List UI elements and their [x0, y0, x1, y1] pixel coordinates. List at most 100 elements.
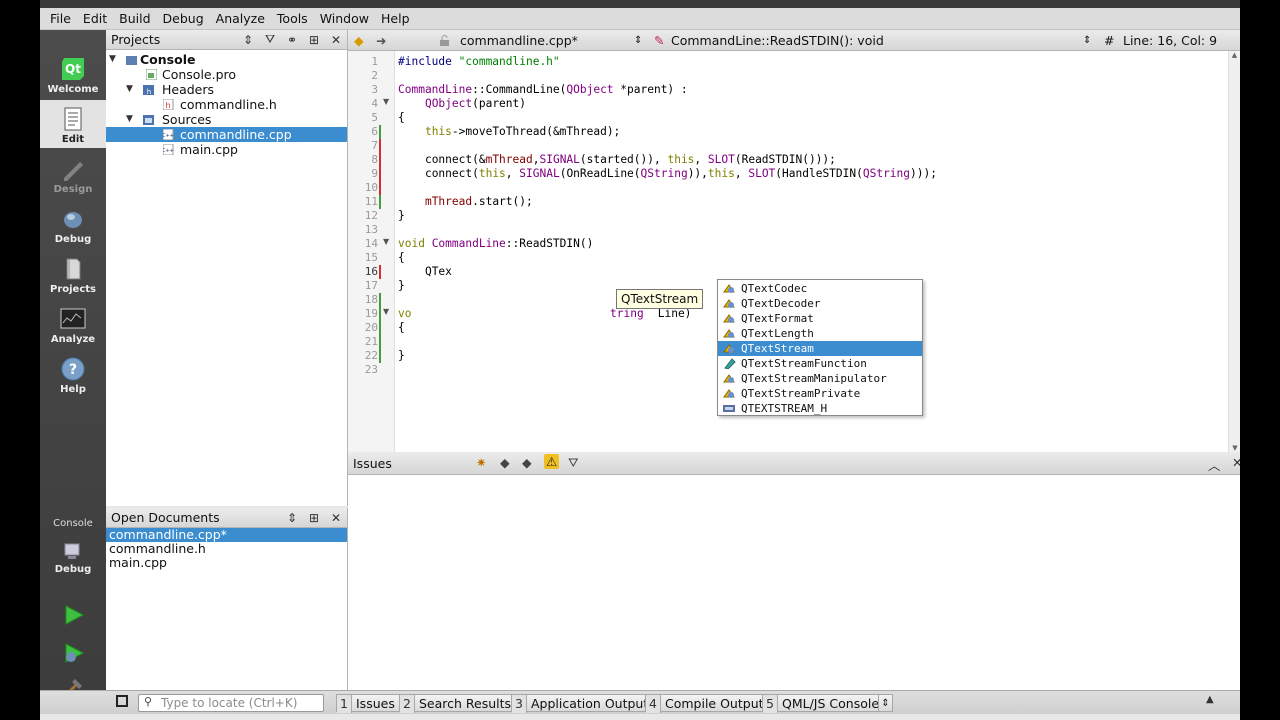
code-token: void [398, 237, 432, 250]
macro-icon [723, 405, 735, 412]
back-arrow-icon[interactable]: ◆ [354, 32, 364, 49]
expand-arrow-icon[interactable]: ▼ [126, 82, 133, 97]
more-tabs-icon[interactable]: ⇕ [878, 694, 893, 712]
completion-label: QTextStreamManipulator [741, 372, 887, 385]
line-number: 17 [364, 279, 378, 292]
tree-file-console-pro[interactable]: Console.pro [106, 67, 347, 82]
mode-welcome[interactable]: Qt Welcome [40, 50, 106, 98]
line-number: 22 [364, 349, 378, 362]
completion-item[interactable]: QTextStreamFunction [718, 356, 922, 371]
completion-item-selected[interactable]: QTextStream [718, 341, 922, 356]
filter-icon[interactable]: ⛛ [259, 32, 281, 47]
previous-item-icon[interactable]: ◆ [500, 455, 510, 470]
kit-selector[interactable]: Debug [40, 536, 106, 580]
scroll-up-icon[interactable]: ▲ [1229, 51, 1240, 59]
unsaved-change-marker [379, 265, 381, 279]
design-pencil-icon [64, 162, 83, 181]
code-line: } [398, 209, 405, 222]
updown-arrows-icon[interactable]: ⇕ [237, 33, 259, 47]
code-token: ::CommandLine( [472, 83, 567, 96]
tree-folder-sources[interactable]: ▼ Sources [106, 112, 347, 127]
filter-icon[interactable]: ⛛ [568, 455, 579, 471]
open-document-item[interactable]: commandline.h [106, 542, 347, 556]
close-panel-icon[interactable]: ✕ [1232, 455, 1240, 470]
open-document-item[interactable]: commandline.cpp* [106, 528, 347, 542]
fold-arrow-icon[interactable]: ▼ [383, 307, 389, 316]
mode-debug[interactable]: Debug [40, 200, 106, 248]
code-line: vo tring Line) [398, 307, 691, 321]
close-icon[interactable]: ✕ [325, 33, 347, 47]
tree-file-commandline-h[interactable]: h commandline.h [106, 97, 347, 112]
menu-edit[interactable]: Edit [77, 8, 113, 30]
completion-item[interactable]: QTextStreamPrivate [718, 386, 922, 401]
menu-build[interactable]: Build [113, 8, 156, 30]
menu-help[interactable]: Help [375, 8, 416, 30]
split-icon[interactable]: ⊞ [303, 511, 325, 525]
pro-file-icon [146, 69, 157, 80]
output-tab-compile-output[interactable]: 4 Compile Output [645, 694, 769, 713]
expand-arrow-icon[interactable]: ▼ [109, 52, 116, 67]
completion-item[interactable]: QTextCodec [718, 281, 922, 296]
scroll-down-icon[interactable]: ▼ [1229, 444, 1240, 452]
output-tab-issues[interactable]: 1 Issues [336, 694, 400, 713]
symbol-combo-arrows-icon[interactable]: ⇕ [1083, 32, 1091, 49]
sources-folder-icon [143, 115, 154, 125]
tree-file-commandline-cpp[interactable]: C++ commandline.cpp [106, 127, 347, 142]
run-icon[interactable] [63, 604, 85, 626]
locator-input[interactable]: Type to locate (Ctrl+K) [138, 694, 324, 712]
mode-projects[interactable]: Projects [40, 250, 106, 298]
mode-edit[interactable]: Edit [40, 100, 106, 148]
saved-change-marker [379, 293, 381, 363]
debug-run-icon[interactable] [63, 642, 85, 664]
current-file-combo[interactable]: commandline.cpp* [460, 32, 578, 49]
link-icon[interactable]: ⚭ [281, 33, 303, 47]
toggle-sidebar-icon[interactable] [116, 695, 128, 707]
mode-help[interactable]: ? Help [40, 350, 106, 398]
next-item-icon[interactable]: ◆ [522, 455, 532, 470]
output-tab-qml-console[interactable]: 5 QML/JS Console [762, 694, 885, 713]
analyze-monitor-icon [60, 308, 86, 329]
completion-item[interactable]: QTextDecoder [718, 296, 922, 311]
close-icon[interactable]: ✕ [325, 511, 347, 525]
tree-file-main-cpp[interactable]: C++ main.cpp [106, 142, 347, 157]
symbol-combo[interactable]: CommandLine::ReadSTDIN(): void [671, 32, 884, 49]
progress-toggle-icon[interactable]: ▲ [1206, 694, 1214, 705]
expand-arrow-icon[interactable]: ▼ [126, 112, 133, 127]
line-number: 3 [371, 83, 378, 96]
completion-item[interactable]: QTextLength [718, 326, 922, 341]
mode-analyze[interactable]: Analyze [40, 300, 106, 348]
completion-item[interactable]: QTextStreamManipulator [718, 371, 922, 386]
code-editor[interactable]: 1 2 3 4 5 6 7 8 9 10 11 12 13 14 15 16 1… [348, 51, 1240, 452]
menu-window[interactable]: Window [314, 8, 375, 30]
mode-design[interactable]: Design [40, 150, 106, 198]
class-icon [723, 284, 735, 293]
fold-arrow-icon[interactable]: ▼ [383, 237, 389, 246]
maximize-panel-icon[interactable]: ︿ [1208, 455, 1221, 474]
tree-folder-headers[interactable]: ▼ h Headers [106, 82, 347, 97]
tab-label: Compile Output [665, 696, 764, 711]
lock-icon[interactable] [439, 35, 450, 46]
editor-scrollbar[interactable]: ▲ ▼ [1228, 51, 1240, 452]
clear-issues-icon[interactable]: ✷ [476, 455, 486, 470]
file-combo-arrows-icon[interactable]: ⇕ [634, 32, 642, 49]
split-icon[interactable]: ⊞ [303, 33, 325, 47]
menu-analyze[interactable]: Analyze [210, 8, 271, 30]
forward-arrow-icon[interactable]: ➜ [376, 32, 386, 49]
code-completion-popup[interactable]: QTextCodec QTextDecoder QTextFormat QTex… [717, 279, 923, 416]
tree-label: Headers [162, 82, 215, 97]
menu-debug[interactable]: Debug [157, 8, 210, 30]
code-token: connect(& [424, 153, 486, 166]
output-tab-application-output[interactable]: 3 Application Output [511, 694, 654, 713]
menu-tools[interactable]: Tools [271, 8, 314, 30]
completion-item[interactable]: QTEXTSTREAM_H [718, 401, 922, 416]
warning-filter-icon[interactable]: ⚠ [544, 454, 560, 469]
cursor-position[interactable]: Line: 16, Col: 9 [1123, 32, 1217, 49]
code-line: { [398, 321, 405, 334]
updown-arrows-icon[interactable]: ⇕ [281, 511, 303, 525]
output-tab-search-results[interactable]: 2 Search Results [399, 694, 517, 713]
completion-item[interactable]: QTextFormat [718, 311, 922, 326]
tree-project-console[interactable]: ▼ Console [106, 52, 347, 67]
fold-arrow-icon[interactable]: ▼ [383, 97, 389, 106]
open-document-item[interactable]: main.cpp [106, 556, 347, 570]
menu-file[interactable]: File [44, 8, 77, 30]
